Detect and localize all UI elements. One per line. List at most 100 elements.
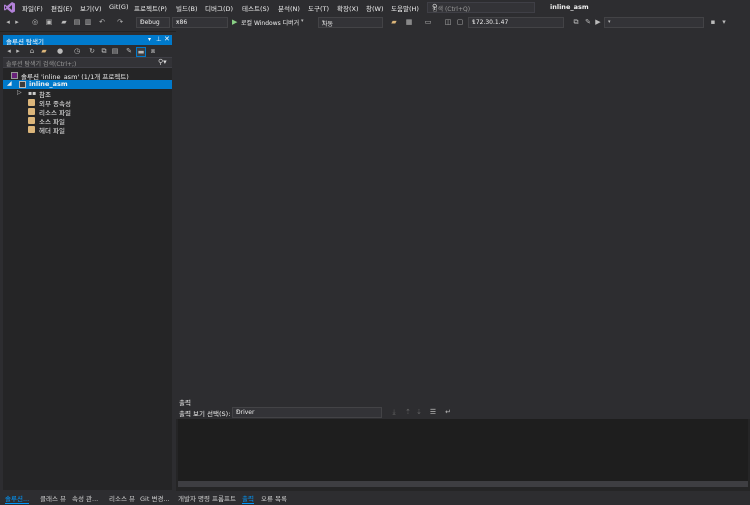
search-box[interactable]: 검색 (Ctrl+Q) ⚲ <box>427 2 535 13</box>
clear-all-icon[interactable]: ☰ <box>429 408 437 416</box>
tree-item-references[interactable]: ▷ ▪▪ 참조 <box>3 89 172 99</box>
remote-address-dropdown[interactable]: 172.30.1.47 ▾ <box>468 17 564 28</box>
undo-icon[interactable]: ↶ <box>98 18 106 26</box>
tree-item-label: 헤더 파일 <box>39 127 65 135</box>
open-folder-icon[interactable]: ▰ <box>60 18 68 26</box>
search-icon: ⚲ <box>432 3 438 11</box>
menu-file[interactable]: 파일(F) <box>22 3 43 13</box>
menu-project[interactable]: 프로젝트(P) <box>134 3 167 13</box>
start-debugging-button[interactable]: ▶ 로컬 Windows 디버거 ▾ <box>232 17 308 28</box>
tab-resource-view[interactable]: 리소스 뷰 <box>109 493 135 503</box>
pending-changes-icon[interactable]: ◷ <box>73 47 81 55</box>
debugger-label: 로컬 Windows 디버거 <box>241 20 300 27</box>
tab-solution-explorer[interactable]: 솔루션... <box>5 493 30 504</box>
folder-view-icon[interactable]: ▰ <box>40 47 48 55</box>
visual-studio-logo-icon <box>4 2 15 13</box>
redo-icon[interactable]: ↷ <box>116 18 124 26</box>
output-horizontal-scrollbar[interactable] <box>178 481 748 487</box>
menu-analyze[interactable]: 분석(N) <box>278 3 300 13</box>
chevron-down-icon: ▾ <box>301 18 304 24</box>
find-message-icon[interactable]: ⤓ <box>390 408 398 416</box>
folder-icon <box>28 108 35 115</box>
properties-icon[interactable]: ✎ <box>125 47 133 55</box>
device-icon[interactable]: ▢ <box>456 18 464 26</box>
back-icon[interactable]: ◂ <box>4 18 12 26</box>
project-node[interactable]: ◢ inline_asm <box>3 80 172 89</box>
tree-item-source-files[interactable]: 소스 파일 <box>3 116 172 126</box>
home-icon[interactable]: ⌂ <box>28 47 36 55</box>
monitor-icon[interactable]: ▭ <box>424 18 432 26</box>
output-text-area[interactable] <box>178 419 748 481</box>
forward-icon[interactable]: ▸ <box>14 47 22 55</box>
tab-property-manager[interactable]: 속성 관... <box>72 493 98 503</box>
show-all-files-icon[interactable]: ▤ <box>111 47 119 55</box>
next-message-icon[interactable]: ⇣ <box>415 408 423 416</box>
menu-window[interactable]: 창(W) <box>366 3 383 13</box>
pin-icon[interactable]: ⊥ <box>156 35 162 43</box>
menu-edit[interactable]: 편집(E) <box>51 3 72 13</box>
tab-error-list[interactable]: 오류 목록 <box>261 493 287 503</box>
toolbar-dot-icon: ▪ <box>710 18 716 26</box>
back-icon[interactable]: ◂ <box>5 47 13 55</box>
new-project-icon[interactable]: ▣ <box>45 18 53 26</box>
solution-search-input[interactable]: 솔루션 탐색기 검색(Ctrl+;) ⚲▾ <box>3 57 172 68</box>
wrench-icon[interactable]: ✎ <box>584 18 592 26</box>
collapse-arrow-icon[interactable]: ◢ <box>7 80 12 87</box>
configuration-dropdown[interactable]: Debug ▾ <box>136 17 170 28</box>
output-source-dropdown[interactable]: Driver ▾ <box>232 407 382 418</box>
switch-view-icon[interactable]: ● <box>56 47 64 55</box>
toolbar-overflow-icon[interactable]: ▾ <box>720 18 728 26</box>
solution-node[interactable]: 솔루션 'inline_asm' (1/1개 프로젝트) <box>3 71 172 81</box>
run-icon[interactable]: ▶ <box>594 18 602 26</box>
settings-icon[interactable]: ⧈ <box>149 47 157 55</box>
solution-explorer-header: 솔루션 탐색기 ▾ ⊥ ✕ <box>3 35 172 46</box>
platform-dropdown[interactable]: x86 ▾ <box>172 17 228 28</box>
tab-class-view[interactable]: 클래스 뷰 <box>40 493 66 503</box>
preview-icon[interactable]: ▬ <box>136 47 146 57</box>
word-wrap-icon[interactable]: ↵ <box>444 408 452 416</box>
forward-nav-icon[interactable]: ◎ <box>31 18 39 26</box>
menu-bar: 파일(F) 편집(E) 보기(V) Git(G) 프로젝트(P) 빌드(B) 디… <box>0 0 750 15</box>
tab-output[interactable]: 출력 <box>242 493 254 504</box>
save-all-icon[interactable]: ▥ <box>84 18 92 26</box>
menu-test[interactable]: 테스트(S) <box>242 3 269 13</box>
menu-view[interactable]: 보기(V) <box>80 3 101 13</box>
collapse-all-icon[interactable]: ⧉ <box>100 47 108 55</box>
tree-item-header-files[interactable]: 헤더 파일 <box>3 125 172 135</box>
tree-item-external-dependencies[interactable]: 외부 종속성 <box>3 98 172 108</box>
prev-message-icon[interactable]: ⇡ <box>404 408 412 416</box>
close-icon[interactable]: ✕ <box>164 35 170 43</box>
tree-item-resource-files[interactable]: 리소스 파일 <box>3 107 172 117</box>
box-icon[interactable]: ◫ <box>444 18 452 26</box>
solution-explorer-panel: 솔루션 탐색기 ▾ ⊥ ✕ ◂ ▸ ⌂ ▰ ● ◷ ↻ ⧉ ▤ ✎ ▬ ⧈ 솔루… <box>3 35 172 490</box>
network-icon[interactable]: ⧉ <box>572 18 580 26</box>
screenshot-icon[interactable]: ▦ <box>405 18 413 26</box>
output-source-label: 출력 보기 선택(S): <box>179 410 231 418</box>
chevron-down-icon: ▾ <box>236 409 239 415</box>
menu-extensions[interactable]: 확장(X) <box>337 3 359 13</box>
cpp-project-icon <box>19 81 26 88</box>
tab-developer-command-prompt[interactable]: 개발자 명령 프롬프트 <box>178 493 236 503</box>
menu-build[interactable]: 빌드(B) <box>176 3 198 13</box>
menu-git[interactable]: Git(G) <box>109 3 129 11</box>
folder-icon <box>28 126 35 133</box>
output-toolbar: 출력 보기 선택(S): Driver ▾ ⤓ ⇡ ⇣ ☰ ↵ <box>176 406 750 419</box>
expand-arrow-icon[interactable]: ▷ <box>17 89 22 96</box>
chevron-down-icon: ▾ <box>608 19 611 25</box>
folder-icon[interactable]: ▰ <box>390 18 398 26</box>
menu-tools[interactable]: 도구(T) <box>308 3 329 13</box>
empty-dropdown[interactable]: ▾ <box>604 17 704 28</box>
chevron-down-icon: ▾ <box>176 19 179 25</box>
project-label: inline_asm <box>29 80 68 88</box>
folder-icon <box>28 99 35 106</box>
tab-git-changes[interactable]: Git 변경... <box>140 493 170 503</box>
chevron-down-icon: ▾ <box>322 19 325 25</box>
auto-dropdown[interactable]: 자동 ▾ <box>318 17 383 28</box>
save-icon[interactable]: ▤ <box>73 18 81 26</box>
forward-icon[interactable]: ▸ <box>13 18 21 26</box>
menu-help[interactable]: 도움말(H) <box>391 3 419 13</box>
sync-icon[interactable]: ↻ <box>88 47 96 55</box>
output-header: 출력 <box>176 396 750 407</box>
menu-debug[interactable]: 디버그(D) <box>205 3 233 13</box>
dropdown-icon[interactable]: ▾ <box>148 36 151 43</box>
